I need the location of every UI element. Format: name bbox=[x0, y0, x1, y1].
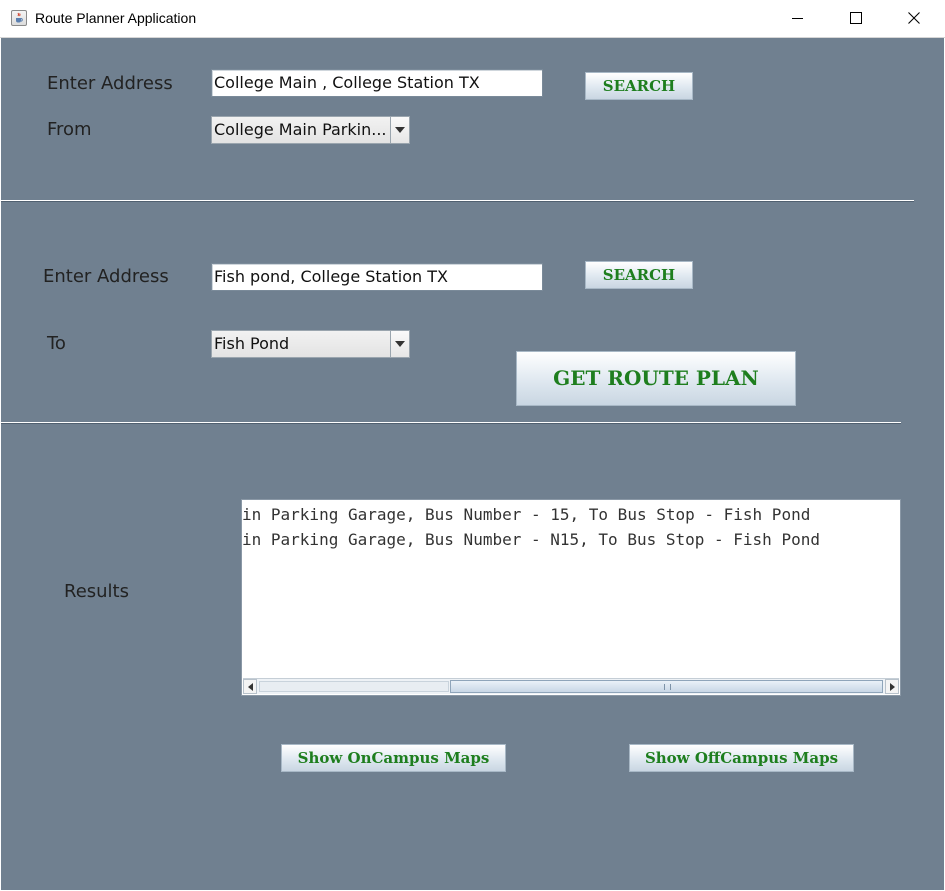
close-button[interactable] bbox=[886, 0, 944, 37]
grip-icon bbox=[664, 684, 671, 690]
from-address-input[interactable]: College Main , College Station TX bbox=[211, 69, 543, 97]
result-line: in Parking Garage, Bus Number - N15, To … bbox=[242, 530, 820, 549]
to-address-label: Enter Address bbox=[43, 266, 169, 287]
from-search-button[interactable]: SEARCH bbox=[585, 72, 693, 100]
to-location-dropdown[interactable]: Fish Pond bbox=[211, 330, 410, 358]
get-route-plan-button[interactable]: GET ROUTE PLAN bbox=[516, 351, 796, 406]
from-address-label: Enter Address bbox=[47, 73, 173, 94]
java-cup-icon bbox=[11, 10, 27, 26]
scroll-left-button[interactable] bbox=[243, 679, 257, 694]
to-search-button[interactable]: SEARCH bbox=[585, 261, 693, 289]
maximize-button[interactable] bbox=[828, 0, 886, 37]
to-label: To bbox=[47, 333, 66, 354]
minimize-icon bbox=[792, 18, 803, 19]
from-dropdown-arrow[interactable] bbox=[390, 117, 409, 143]
minimize-button[interactable] bbox=[770, 0, 828, 37]
chevron-right-icon bbox=[890, 683, 895, 691]
section-divider-bottom bbox=[1, 422, 901, 424]
chevron-left-icon bbox=[248, 683, 253, 691]
from-location-value: College Main Parkin... bbox=[214, 120, 387, 139]
scroll-track[interactable] bbox=[259, 681, 449, 692]
result-line: in Parking Garage, Bus Number - 15, To B… bbox=[242, 505, 811, 524]
section-divider-top bbox=[1, 200, 914, 202]
title-bar[interactable]: Route Planner Application bbox=[0, 0, 945, 38]
to-dropdown-arrow[interactable] bbox=[390, 331, 409, 357]
from-label: From bbox=[47, 119, 92, 140]
to-location-value: Fish Pond bbox=[214, 334, 290, 353]
maximize-icon bbox=[850, 12, 862, 24]
chevron-down-icon bbox=[395, 341, 405, 347]
horizontal-scrollbar[interactable] bbox=[243, 678, 899, 694]
show-offcampus-maps-button[interactable]: Show OffCampus Maps bbox=[629, 744, 854, 772]
scroll-right-button[interactable] bbox=[885, 679, 899, 694]
window-title: Route Planner Application bbox=[35, 10, 197, 26]
results-textarea[interactable]: in Parking Garage, Bus Number - 15, To B… bbox=[241, 499, 901, 696]
chevron-down-icon bbox=[395, 127, 405, 133]
close-icon bbox=[908, 12, 920, 24]
from-location-dropdown[interactable]: College Main Parkin... bbox=[211, 116, 410, 144]
show-oncampus-maps-button[interactable]: Show OnCampus Maps bbox=[281, 744, 506, 772]
main-panel: Enter Address College Main , College Sta… bbox=[1, 38, 944, 890]
results-label: Results bbox=[64, 581, 129, 602]
scroll-thumb[interactable] bbox=[450, 680, 883, 693]
to-address-input[interactable]: Fish pond, College Station TX bbox=[211, 263, 543, 291]
